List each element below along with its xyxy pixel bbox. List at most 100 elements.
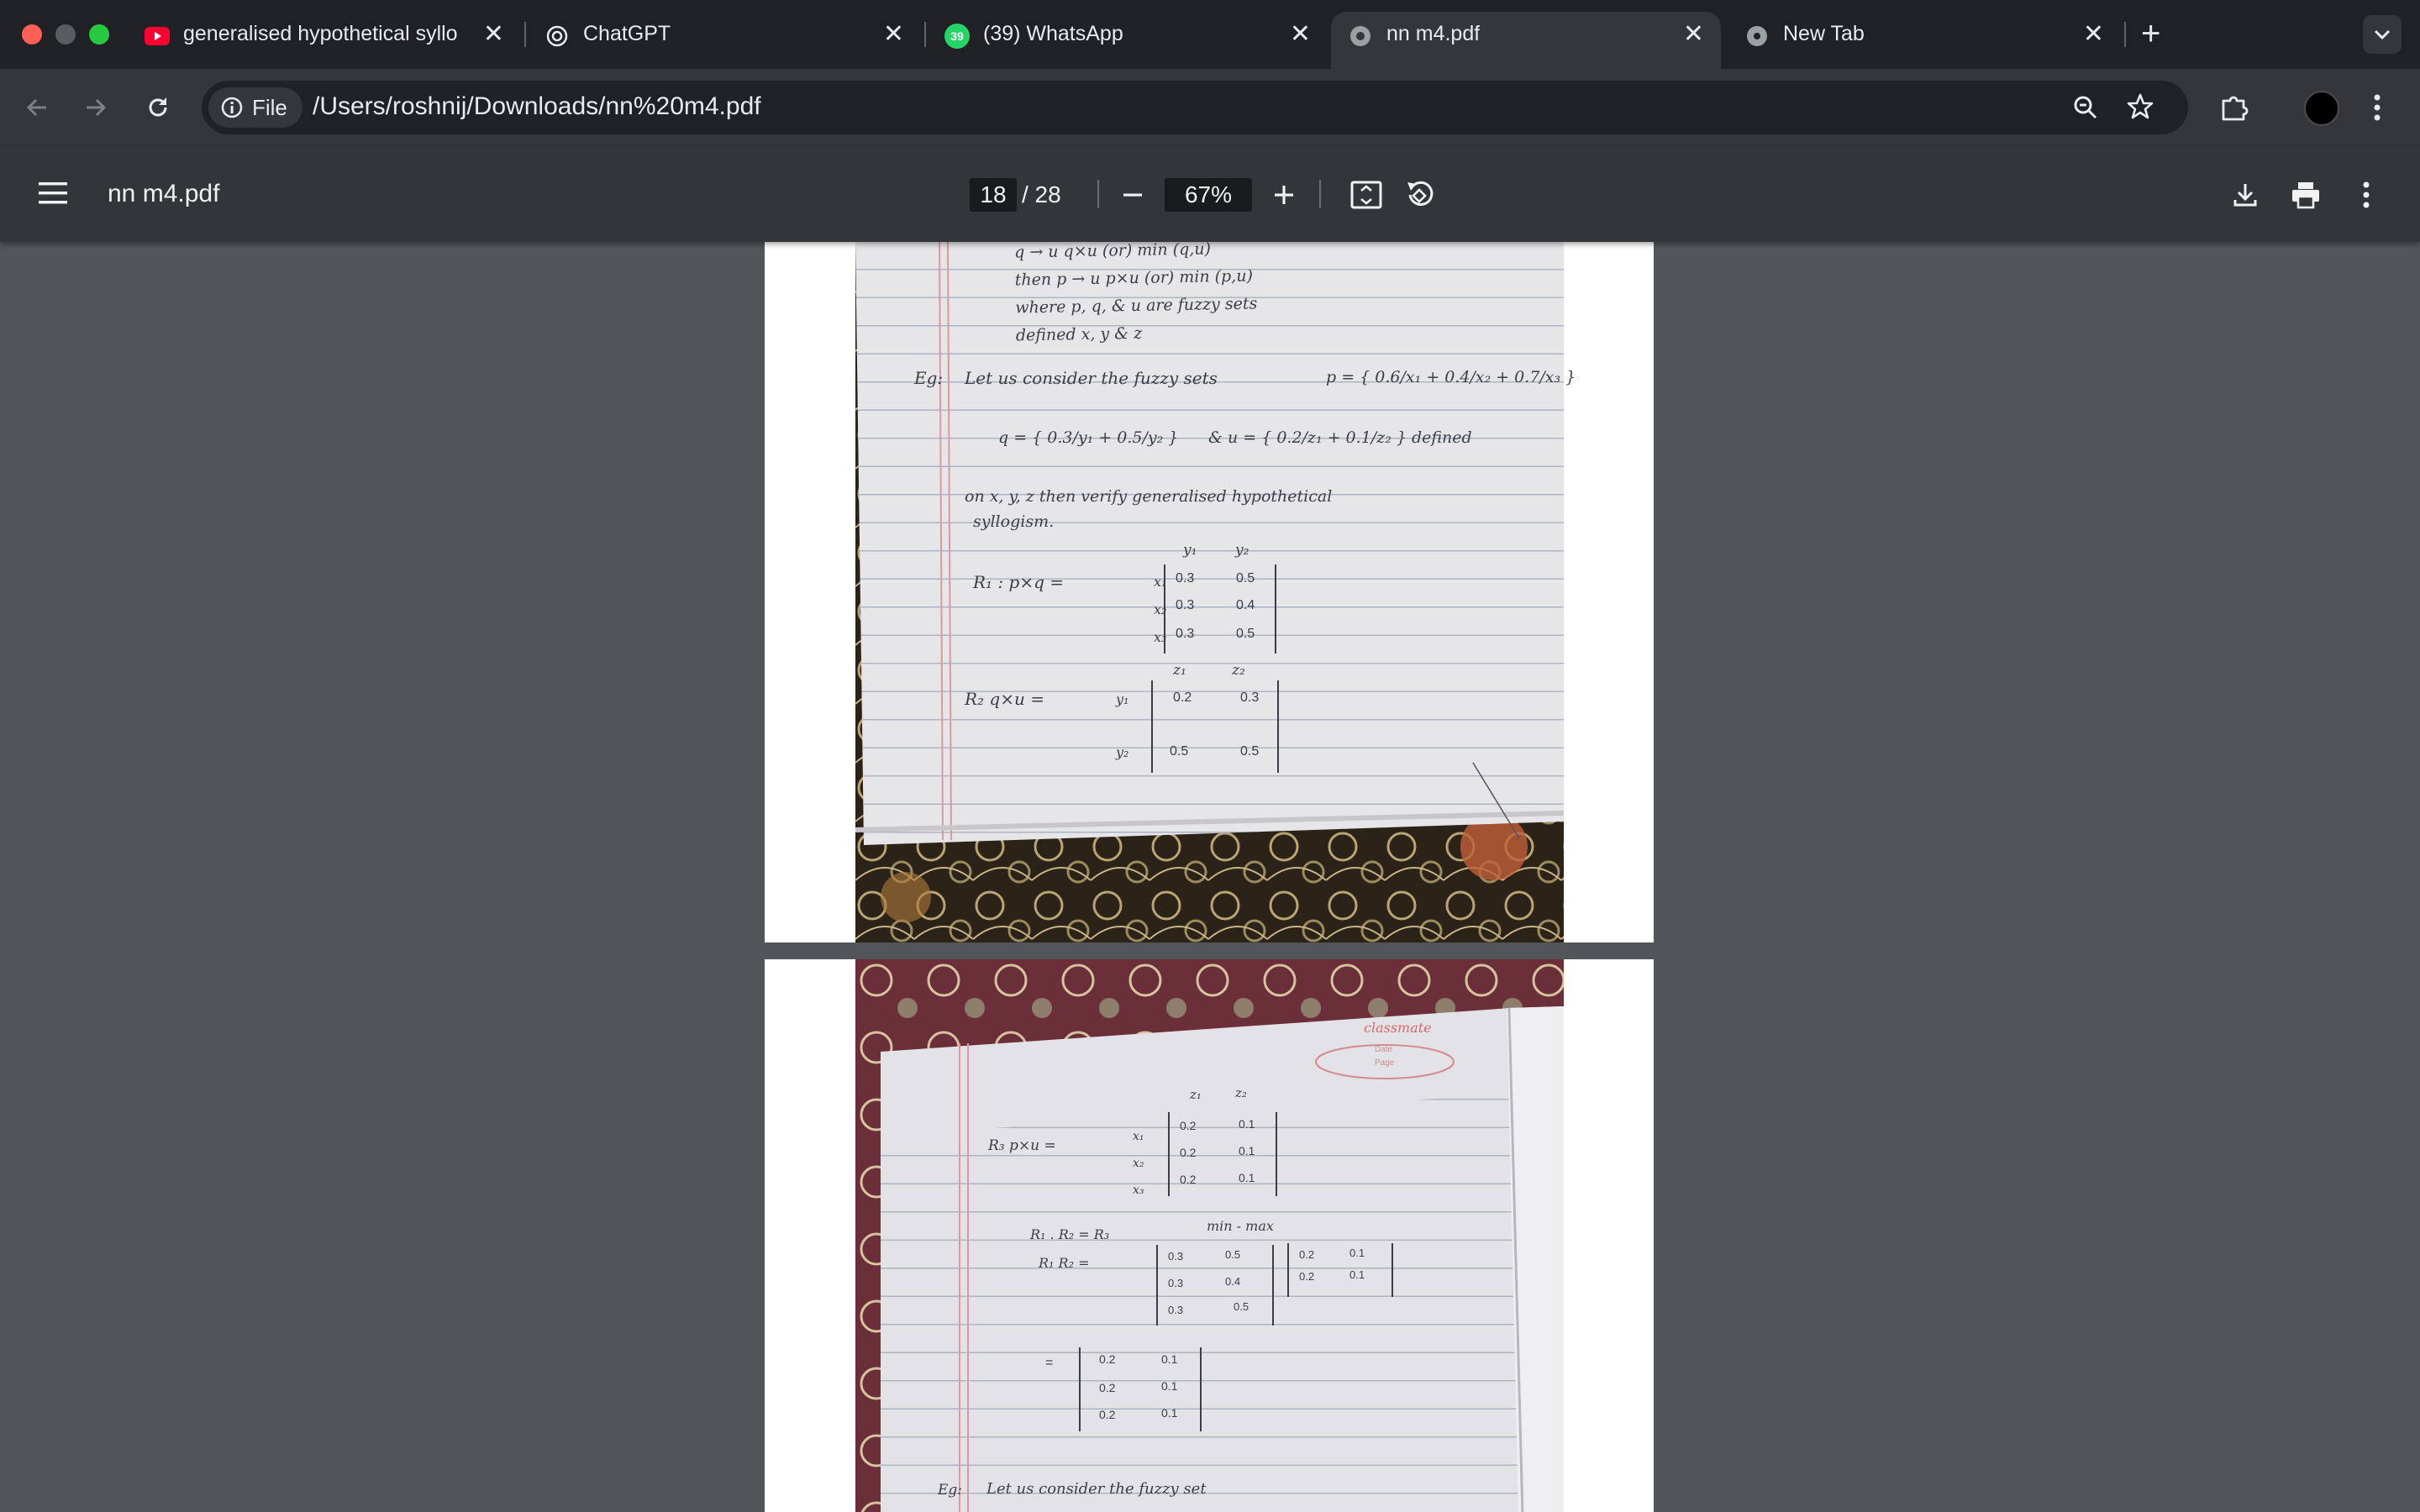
rotate-counterclockwise-icon [1407, 181, 1434, 206]
minus-icon [1123, 193, 1142, 197]
reload-button[interactable] [138, 87, 178, 128]
relation-r3-label: R₃ p×u = [988, 1137, 1056, 1154]
info-icon [221, 97, 243, 118]
matrix-r2-copy: 0.2 0.1 0.2 0.1 [1287, 1243, 1393, 1297]
browser-toolbar: File /Users/roshnij/Downloads/nn%20m4.pd… [0, 69, 2420, 146]
tab-pdf[interactable]: nn m4.pdf ✕ [1331, 12, 1721, 69]
example-marker: Eg: [914, 368, 944, 388]
print-button[interactable] [2287, 176, 2324, 213]
zoom-out-button[interactable] [1114, 176, 1151, 213]
pdf-page: q → u q×u (or) min (q,u) then p → u p×u … [765, 242, 1654, 942]
matrix-cell: 0.2 [1173, 690, 1192, 705]
chatgpt-icon [544, 24, 570, 49]
matrix-r3: 0.2 0.1 0.2 0.1 0.2 0.1 [1168, 1112, 1277, 1196]
matrix-cell: 0.3 [1168, 1277, 1184, 1289]
matrix-cell: 0.3 [1240, 690, 1260, 705]
chrome-icon [1744, 24, 1770, 49]
tab-title: (39) WhatsApp [983, 22, 1123, 45]
tab-search-button[interactable] [2363, 15, 2402, 54]
matrix-cell: 0.3 [1176, 627, 1195, 641]
tab-new-tab[interactable]: New Tab ✕ [1728, 12, 2121, 69]
matrix-cell: 0.2 [1180, 1119, 1197, 1132]
matrix-result: 0.2 0.1 0.2 0.1 0.2 0.1 [1079, 1347, 1202, 1431]
close-tab-icon[interactable]: ✕ [483, 20, 504, 49]
matrix-col-header: z₁ [1173, 662, 1186, 679]
result-equals: = [1045, 1356, 1054, 1370]
note-line: defined x, y & z [1015, 323, 1143, 345]
set-q-definition: q = { 0.3/y₁ + 0.5/y₂ } [998, 428, 1179, 447]
verify-statement: on x, y, z then verify generalised hypot… [965, 487, 1333, 506]
download-icon [2233, 184, 2257, 207]
forward-button[interactable] [76, 87, 116, 128]
zoom-level-input[interactable]: 67% [1165, 178, 1252, 212]
set-u-definition: & u = { 0.2/z₁ + 0.1/z₂ } defined [1208, 428, 1472, 447]
minimize-window-button[interactable] [55, 24, 76, 45]
fit-page-icon [1350, 181, 1382, 209]
pdf-viewer-area[interactable]: q → u q×u (or) min (q,u) then p → u p×u … [0, 242, 2420, 1512]
note-line: then p → u p×u (or) min (p,u) [1014, 266, 1254, 290]
matrix-row-label: x₃ [1133, 1184, 1144, 1197]
page-total: / 28 [1022, 181, 1061, 207]
extensions-icon[interactable] [2218, 92, 2249, 127]
document-title: nn m4.pdf [108, 180, 220, 207]
notebook-brand: classmate [1364, 1020, 1432, 1036]
set-p-definition: p = { 0.6/x₁ + 0.4/x₂ + 0.7/x₃ } [1326, 368, 1576, 386]
note-line: where p, q, & u are fuzzy sets [1015, 294, 1258, 318]
tab-divider [924, 22, 926, 47]
bookmark-star-icon[interactable] [2126, 92, 2154, 125]
profile-avatar[interactable] [2304, 91, 2339, 126]
tab-title: generalised hypothetical syllo [183, 22, 458, 45]
pdf-toolbar: nn m4.pdf 18 / 28 67% [0, 146, 2420, 242]
url-text[interactable]: /Users/roshnij/Downloads/nn%20m4.pdf [313, 92, 761, 121]
matrix-cell: 0.3 [1176, 598, 1195, 612]
close-tab-icon[interactable]: ✕ [1683, 20, 1704, 49]
tab-title: ChatGPT [583, 22, 671, 45]
maximize-window-button[interactable] [89, 24, 109, 45]
download-button[interactable] [2227, 176, 2264, 213]
tab-title: nn m4.pdf [1386, 22, 1481, 45]
matrix-cell: 0.4 [1225, 1275, 1241, 1288]
matrix-cell: 0.5 [1236, 627, 1255, 641]
matrix-col-header: z₂ [1232, 662, 1245, 679]
matrix-cell: 0.1 [1349, 1247, 1365, 1259]
zoom-out-indicator-icon[interactable] [2072, 94, 2099, 125]
zoom-in-button[interactable] [1265, 176, 1302, 213]
close-tab-icon[interactable]: ✕ [883, 20, 904, 49]
tab-divider [2124, 22, 2126, 47]
whatsapp-icon: 39 [944, 24, 970, 49]
matrix-r1: 0.3 0.5 0.3 0.4 0.3 0.5 [1164, 564, 1276, 654]
matrix-cell: 0.2 [1099, 1408, 1116, 1421]
close-tab-icon[interactable]: ✕ [1290, 20, 1311, 49]
matrix-row-label: y₂ [1116, 744, 1129, 760]
matrix-cell: 0.5 [1236, 571, 1255, 585]
pdf-more-options-icon[interactable] [2348, 176, 2385, 213]
back-button[interactable] [17, 87, 57, 128]
sidebar-menu-icon[interactable] [37, 180, 69, 211]
matrix-cell: 0.2 [1099, 1381, 1116, 1394]
chevron-down-icon [2374, 29, 2391, 40]
tab-chatgpt[interactable]: ChatGPT ✕ [528, 12, 921, 69]
rotate-button[interactable] [1402, 176, 1439, 213]
close-tab-icon[interactable]: ✕ [2083, 20, 2104, 49]
tab-title: New Tab [1783, 22, 1865, 45]
matrix-cell: 0.2 [1180, 1146, 1197, 1159]
date-field-label: Date [1375, 1045, 1393, 1054]
new-tab-button[interactable]: + [2141, 15, 2160, 53]
example-intro: Let us consider the fuzzy sets [965, 368, 1218, 388]
address-bar[interactable]: File /Users/roshnij/Downloads/nn%20m4.pd… [202, 81, 2188, 134]
composition-equation: R₁ R₂ = [1039, 1255, 1090, 1271]
matrix-cell: 0.3 [1168, 1250, 1184, 1263]
tab-youtube[interactable]: generalised hypothetical syllo ✕ [128, 12, 521, 69]
matrix-cell: 0.5 [1234, 1300, 1249, 1313]
matrix-row-label: x₁ [1133, 1130, 1144, 1143]
site-info-chip[interactable]: File [208, 87, 302, 128]
matrix-row-label: y₁ [1116, 691, 1129, 707]
matrix-cell: 0.1 [1239, 1117, 1255, 1131]
tab-whatsapp[interactable]: 39 (39) WhatsApp ✕ [928, 12, 1328, 69]
browser-menu-icon[interactable] [2371, 91, 2383, 129]
matrix-r1-copy: 0.3 0.5 0.3 0.4 0.3 0.5 [1156, 1245, 1274, 1326]
page-number-input[interactable]: 18 [970, 178, 1017, 212]
close-window-button[interactable] [22, 24, 42, 45]
fit-to-page-button[interactable] [1348, 176, 1385, 213]
reload-icon [149, 97, 167, 117]
